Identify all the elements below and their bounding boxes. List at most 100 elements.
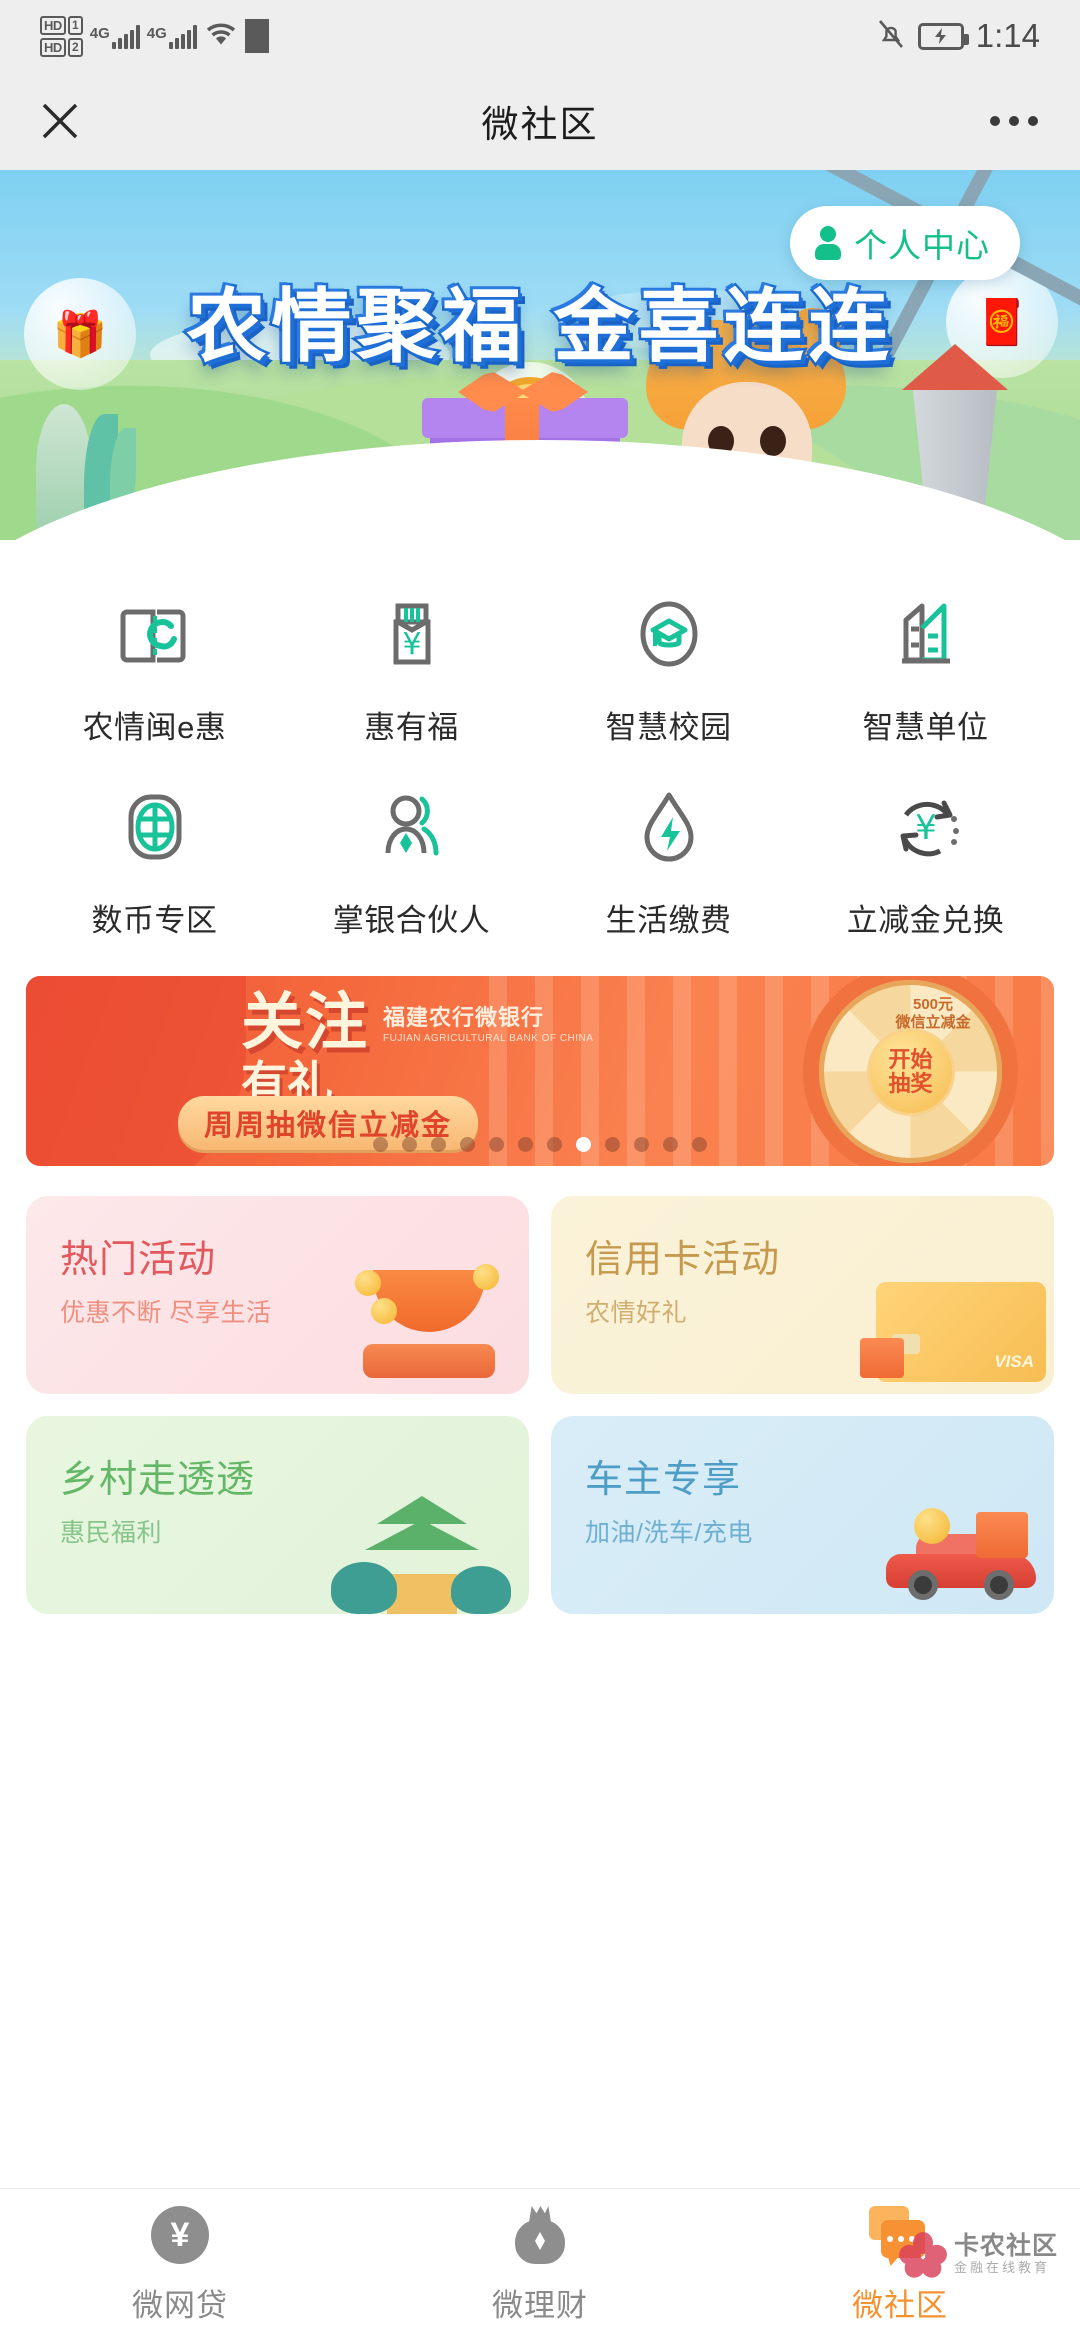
building-icon [874, 582, 978, 686]
grid-item-label: 生活缴费 [605, 903, 732, 938]
carousel-dot[interactable] [576, 1137, 591, 1152]
tab-weiwangdai[interactable]: ¥ 微网贷 [0, 2204, 360, 2325]
carousel-dots[interactable] [26, 1137, 1054, 1152]
network-type-2: 4G [146, 25, 167, 42]
carousel-dot[interactable] [402, 1137, 417, 1152]
status-bar-right: 1:14 [876, 17, 1040, 56]
watermark-text: 卡农社区 金融在线教育 [954, 2233, 1058, 2276]
book-e-icon [103, 582, 207, 686]
grid-item-smart-campus[interactable]: 智慧校园 [540, 574, 797, 753]
close-icon[interactable] [36, 97, 84, 145]
promo-banner-slide[interactable]: 关注 有礼 福建农行微银行 FUJIAN AGRICULTURAL BANK O… [26, 976, 1054, 1166]
more-options-icon[interactable] [990, 116, 1038, 126]
promo-headline: 关注 [241, 988, 370, 1057]
hd2-number: 2 [67, 37, 83, 57]
gift-decor [976, 1512, 1028, 1558]
page-header: 微社区 [0, 72, 1080, 170]
graduation-cap-icon [617, 582, 721, 686]
status-bar: HD 1 HD 2 4G 4G 1:14 [0, 0, 1080, 72]
person-icon [814, 226, 842, 260]
grid-item-label: 惠有福 [364, 710, 459, 745]
hd1-label: HD [40, 15, 66, 35]
card-credit-card-activities[interactable]: 信用卡活动 农情好礼 VISA [551, 1196, 1054, 1394]
grid-item-label: 农情闽e惠 [82, 710, 227, 745]
grid-item-label: 智慧单位 [862, 710, 989, 745]
yen-circle-icon: ¥ [149, 2204, 211, 2266]
status-bar-clock: 1:14 [975, 17, 1040, 54]
grid-item-digital-currency[interactable]: 数币专区 [26, 767, 283, 946]
voucher-yen-icon: ¥ [360, 582, 464, 686]
carousel-dot[interactable] [634, 1137, 649, 1152]
partner-people-icon [360, 775, 464, 879]
grid-rows: 农情闽e惠 ¥ 惠有福 智慧校园 智慧单位 数币专区 掌银合伙人 生活缴费 ¥ … [26, 574, 1054, 946]
grid-item-label: 智慧校园 [605, 710, 732, 745]
gift-decor [860, 1338, 904, 1378]
card-brand-label: VISA [994, 1352, 1034, 1371]
hd1-number: 1 [67, 15, 83, 35]
wheel-prize-amount: 500元 [912, 996, 954, 1013]
activity-cards: 热门活动 优惠不断 尽享生活 信用卡活动 农情好礼 VISA 乡村走透透 惠民福… [0, 1166, 1080, 1614]
card-hot-activities[interactable]: 热门活动 优惠不断 尽享生活 [26, 1196, 529, 1394]
carousel-dot[interactable] [431, 1137, 446, 1152]
card-title: 乡村走透透 [60, 1459, 256, 1501]
profile-center-label: 个人中心 [854, 227, 990, 264]
grid-item-label: 立减金兑换 [846, 903, 1005, 938]
tab-weilicai[interactable]: 微理财 [360, 2204, 720, 2325]
grid-item-smart-unit[interactable]: 智慧单位 [797, 574, 1054, 753]
card-title: 车主专享 [585, 1459, 742, 1501]
tab-label: 微网贷 [132, 2288, 228, 2323]
pagoda-icon [331, 1496, 511, 1614]
promo-carousel: 关注 有礼 福建农行微银行 FUJIAN AGRICULTURAL BANK O… [0, 952, 1080, 1166]
carousel-dot[interactable] [692, 1137, 707, 1152]
start-draw-line1: 开始 [888, 1047, 933, 1073]
carousel-dot[interactable] [518, 1137, 533, 1152]
grid-item-discount-exchange[interactable]: ¥ 立减金兑换 [797, 767, 1054, 946]
signal-bars-2-icon [168, 23, 197, 49]
tab-label: 微社区 [852, 2288, 948, 2323]
carousel-dot[interactable] [663, 1137, 678, 1152]
card-title: 信用卡活动 [585, 1239, 781, 1281]
promo-brand-cn: 福建农行微银行 [383, 1005, 545, 1030]
watermark: 卡农社区 金融在线教育 [896, 2232, 1058, 2282]
hd-sim2: HD 2 [40, 37, 83, 57]
lucky-pot-icon [355, 1264, 505, 1384]
tab-label: 微理财 [492, 2288, 588, 2323]
card-rural-tour[interactable]: 乡村走透透 惠民福利 [26, 1416, 529, 1614]
sim-block-icon [244, 19, 269, 53]
start-draw-button[interactable]: 开始 抽奖 [866, 1027, 955, 1116]
grid-item-partner[interactable]: 掌银合伙人 [283, 767, 540, 946]
grid-item-hui-you-fu[interactable]: ¥ 惠有福 [283, 574, 540, 753]
hd-sim1: HD 1 [40, 15, 83, 35]
quick-access-grid: 农情闽e惠 ¥ 惠有福 智慧校园 智慧单位 数币专区 掌银合伙人 生活缴费 ¥ … [0, 540, 1080, 952]
watermark-main: 卡农社区 [953, 2232, 1058, 2261]
status-bar-left: HD 1 HD 2 4G 4G [40, 15, 269, 57]
hero-banner[interactable]: 🎁 🧧 ¥ 个人中心 农情聚福 金喜连连 [0, 170, 1080, 540]
money-bag-icon [509, 2204, 571, 2266]
grid-item-label: 掌银合伙人 [332, 903, 491, 938]
carousel-dot[interactable] [373, 1137, 388, 1152]
card-car-owner[interactable]: 车主专享 加油/洗车/充电 [551, 1416, 1054, 1614]
carousel-dot[interactable] [547, 1137, 562, 1152]
digital-currency-icon [103, 775, 207, 879]
hero-title: 农情聚福 金喜连连 [184, 280, 894, 374]
svg-text:¥: ¥ [402, 627, 421, 662]
carousel-dot[interactable] [605, 1137, 620, 1152]
grid-item-label: 数币专区 [91, 903, 218, 938]
water-drop-bolt-icon [617, 775, 721, 879]
hd-indicators: HD 1 HD 2 [40, 15, 83, 57]
hd2-label: HD [40, 37, 66, 57]
network-type-1: 4G [89, 25, 110, 42]
grid-item-nongqing-min-e-hui[interactable]: 农情闽e惠 [26, 574, 283, 753]
coin-decor [914, 1508, 950, 1544]
grid-item-utility-payment[interactable]: 生活缴费 [540, 767, 797, 946]
flower-logo-icon [896, 2232, 950, 2282]
start-draw-line2: 抽奖 [888, 1070, 933, 1096]
carousel-dot[interactable] [460, 1137, 475, 1152]
carousel-dot[interactable] [489, 1137, 504, 1152]
page-title: 微社区 [481, 104, 599, 145]
signal-sim1: 4G [90, 23, 140, 49]
promo-brand-en: FUJIAN AGRICULTURAL BANK OF CHINA [383, 1033, 594, 1044]
svg-text:¥: ¥ [915, 808, 937, 848]
signal-bars-1-icon [111, 23, 140, 49]
mute-bell-icon [876, 17, 906, 56]
